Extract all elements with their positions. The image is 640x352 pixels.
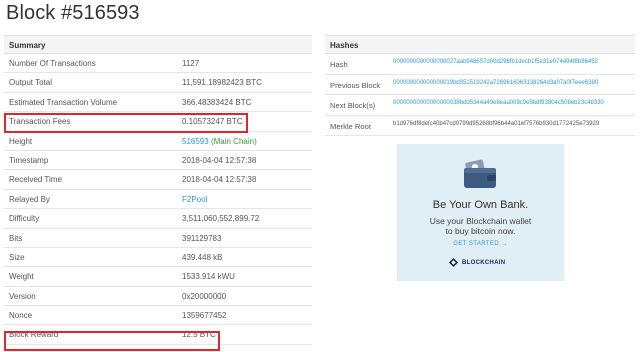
blockchain-logo-text: BLOCKCHAIN xyxy=(462,259,506,266)
wallet-ad-banner[interactable]: Be Your Own Bank. Use your Blockchain wa… xyxy=(397,144,564,281)
row-value: 2018-04-04 12:57:38 xyxy=(182,175,257,185)
hashes-header: Hashes xyxy=(325,35,635,54)
relayed-by-link[interactable]: F2Pool xyxy=(182,195,207,204)
table-row: Nonce 1359677452 xyxy=(4,306,312,326)
table-row: Merkle Root b1d976df8defc40b47cd0799d952… xyxy=(325,116,635,136)
ad-text-line1: Use your Blockchain wallet xyxy=(429,216,532,226)
summary-table: Summary Number Of Transactions 1127 Outp… xyxy=(4,35,312,345)
row-value: 439.448 kB xyxy=(182,252,223,262)
table-row: Hash 0000000000000000027aab948657d00d296… xyxy=(325,54,635,75)
height-link[interactable]: 516593 xyxy=(182,137,209,146)
row-value: 1359677452 xyxy=(182,311,227,321)
table-row: Relayed By F2Pool xyxy=(4,190,312,210)
row-label: Merkle Root xyxy=(330,121,371,131)
table-row: Version 0x20000000 xyxy=(4,287,312,307)
row-label: Relayed By xyxy=(9,194,50,204)
row-value: 1127 xyxy=(182,59,200,68)
row-value: 391129783 xyxy=(182,233,222,243)
row-label: Bits xyxy=(9,233,23,243)
ad-text-line2: to buy bitcoin now. xyxy=(445,226,516,236)
row-label: Number Of Transactions xyxy=(9,59,96,68)
wallet-icon xyxy=(464,159,496,188)
table-row: Timestamp 2018-04-04 12:57:38 xyxy=(4,151,312,171)
table-row: Size 439.448 kB xyxy=(4,248,312,268)
table-row: Output Total 11,591.18982423 BTC xyxy=(4,73,312,93)
row-label: Height xyxy=(9,136,33,146)
row-value: 366.48383424 BTC xyxy=(182,97,252,107)
row-label: Next Block(s) xyxy=(330,101,376,110)
row-label: Version xyxy=(9,291,36,301)
table-row: Weight 1533.914 kWU xyxy=(4,267,312,287)
table-row: Previous Block 000000000000000019bd35151… xyxy=(325,75,635,95)
table-row: Difficulty 3,511,060,552,899.72 xyxy=(4,209,312,229)
table-row: Received Time 2018-04-04 12:57:38 xyxy=(4,170,312,190)
summary-header: Summary xyxy=(4,35,312,54)
row-label: Output Total xyxy=(9,78,52,88)
row-label: Weight xyxy=(9,272,34,282)
row-label: Nonce xyxy=(9,311,33,321)
page-title: Block #516593 xyxy=(6,2,140,24)
main-chain-label: (Main Chain) xyxy=(210,136,257,146)
hashes-table: Hashes Hash 0000000000000000027aab948657… xyxy=(325,35,635,136)
row-label: Size xyxy=(9,252,25,262)
get-started-link[interactable]: GET STARTED → xyxy=(397,241,564,247)
table-row: Bits 391129783 xyxy=(4,229,312,248)
blockchain-logo: BLOCKCHAIN xyxy=(449,258,505,267)
table-row: Estimated Transaction Volume 366.4838342… xyxy=(4,93,312,113)
block-reward-highlight xyxy=(4,331,220,351)
next-block-link[interactable]: 00000000000000000038bdd5344a49e8eaa009c9… xyxy=(393,100,604,106)
row-value: 3,511,060,552,899.72 xyxy=(182,214,260,224)
table-row: Height 516593 (Main Chain) xyxy=(4,132,312,151)
previous-block-link[interactable]: 000000000000000019bd351519242a7269616063… xyxy=(393,80,598,86)
blockchain-logo-icon xyxy=(449,258,458,267)
row-label: Timestamp xyxy=(9,155,49,165)
merkle-root-value: b1d976df8defc40b47cd0799d95268bf96b44a01… xyxy=(393,120,600,127)
row-value: 11,591.18982423 BTC xyxy=(182,78,262,88)
table-row: Next Block(s) 00000000000000000038bdd534… xyxy=(325,95,635,116)
row-value: 1533.914 kWU xyxy=(182,272,235,282)
transaction-fees-highlight xyxy=(4,113,248,133)
row-label: Previous Block xyxy=(330,80,381,90)
row-label: Estimated Transaction Volume xyxy=(9,97,118,107)
row-value: 2018-04-04 12:57:38 xyxy=(182,155,257,165)
row-label: Hash xyxy=(330,60,348,69)
table-row: Number Of Transactions 1127 xyxy=(4,54,312,74)
row-value-group: 516593 (Main Chain) xyxy=(182,137,257,146)
row-label: Received Time xyxy=(9,175,62,185)
ad-headline: Be Your Own Bank. xyxy=(432,199,529,211)
row-label: Difficulty xyxy=(9,214,40,224)
row-value: 0x20000000 xyxy=(182,291,227,301)
hash-link[interactable]: 0000000000000000027aab948657d00d296fb1de… xyxy=(393,59,598,65)
